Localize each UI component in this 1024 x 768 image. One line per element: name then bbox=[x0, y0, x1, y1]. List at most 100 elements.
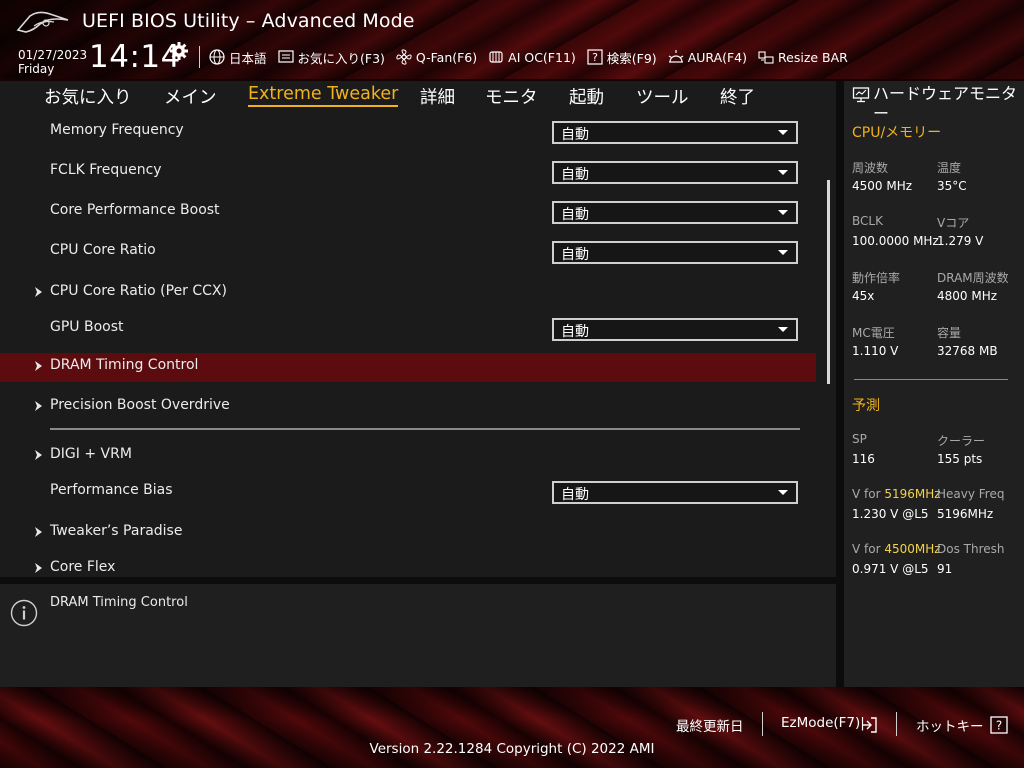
setting-label: FCLK Frequency bbox=[50, 162, 162, 178]
monitor-value: 91 bbox=[937, 562, 953, 576]
exit-arrow-icon[interactable] bbox=[860, 716, 878, 734]
submenu-arrow-icon bbox=[35, 287, 42, 297]
settings-scrollbar[interactable] bbox=[827, 180, 830, 384]
tab-main[interactable]: メイン bbox=[164, 84, 217, 109]
resize-bar-button[interactable]: Resize BAR bbox=[757, 48, 848, 66]
memory-frequency-select[interactable]: 自動 bbox=[552, 121, 798, 144]
select-value: 自動 bbox=[561, 167, 589, 183]
fclk-frequency-select[interactable]: 自動 bbox=[552, 161, 798, 184]
help-question-icon[interactable]: ? bbox=[990, 716, 1008, 734]
globe-icon bbox=[209, 49, 225, 65]
select-value: 自動 bbox=[561, 324, 589, 340]
chevron-down-icon bbox=[778, 170, 788, 175]
monitor-label: SP bbox=[852, 432, 867, 446]
setting-label: CPU Core Ratio (Per CCX) bbox=[50, 283, 227, 299]
monitor-value: 35°C bbox=[937, 179, 967, 193]
setting-row-performance-bias[interactable]: Performance Bias 自動 bbox=[0, 478, 816, 507]
submenu-row-tweakers-paradise[interactable]: Tweaker’s Paradise bbox=[0, 519, 816, 548]
chevron-down-icon bbox=[778, 210, 788, 215]
setting-label: Memory Frequency bbox=[50, 122, 184, 138]
toolbar: 日本語 お気に入り(F3) Q-Fan(F6) AI OC(F11) ? 検索(… bbox=[208, 46, 858, 68]
select-value: 自動 bbox=[561, 247, 589, 263]
tab-favorites[interactable]: お気に入り bbox=[44, 84, 132, 109]
setting-label: Core Flex bbox=[50, 559, 116, 575]
monitor-section-cpu-memory: CPU/メモリー bbox=[852, 125, 942, 141]
performance-bias-select[interactable]: 自動 bbox=[552, 481, 798, 504]
submenu-row-cpu-core-ratio-per-ccx[interactable]: CPU Core Ratio (Per CCX) bbox=[0, 279, 816, 308]
settings-list: Memory Frequency 自動 FCLK Frequency 自動 Co… bbox=[0, 112, 836, 577]
version-info: Version 2.22.1284 Copyright (C) 2022 AMI bbox=[369, 741, 655, 757]
setting-row-gpu-boost[interactable]: GPU Boost 自動 bbox=[0, 315, 816, 344]
hardware-monitor-panel: ハードウェアモニター CPU/メモリー 周波数 4500 MHz 温度 35°C… bbox=[844, 81, 1024, 687]
ezmode-button[interactable]: EzMode(F7)| bbox=[781, 715, 865, 731]
submenu-arrow-icon bbox=[35, 361, 42, 371]
tab-advanced[interactable]: 詳細 bbox=[420, 84, 455, 109]
monitor-label-v-for-5196: V for 5196MHz bbox=[852, 487, 941, 501]
setting-row-memory-frequency[interactable]: Memory Frequency 自動 bbox=[0, 118, 816, 147]
setting-label: DIGI + VRM bbox=[50, 446, 132, 462]
monitor-label: 容量 bbox=[937, 326, 962, 340]
submenu-row-precision-boost-overdrive[interactable]: Precision Boost Overdrive bbox=[0, 393, 816, 422]
monitor-label: Heavy Freq bbox=[937, 487, 1005, 501]
tab-boot[interactable]: 起動 bbox=[569, 84, 604, 109]
cpu-core-ratio-select[interactable]: 自動 bbox=[552, 241, 798, 264]
favorites-button[interactable]: お気に入り(F3) bbox=[277, 48, 385, 67]
hotkeys-button[interactable]: ホットキー bbox=[916, 715, 984, 735]
label-prefix: V for bbox=[852, 542, 885, 556]
tab-tool[interactable]: ツール bbox=[636, 84, 689, 109]
main-nav-tabs: お気に入り メイン Extreme Tweaker 詳細 モニタ 起動 ツール … bbox=[0, 81, 836, 112]
tab-exit[interactable]: 終了 bbox=[720, 84, 755, 109]
submenu-row-core-flex[interactable]: Core Flex bbox=[0, 555, 816, 577]
chevron-down-icon bbox=[778, 250, 788, 255]
setting-label: Performance Bias bbox=[50, 482, 173, 498]
gpu-boost-select[interactable]: 自動 bbox=[552, 318, 798, 341]
ai-oc-button[interactable]: AI OC(F11) bbox=[487, 48, 576, 66]
monitor-section-prediction: 予測 bbox=[852, 398, 880, 414]
tab-extreme-tweaker[interactable]: Extreme Tweaker bbox=[248, 84, 399, 107]
monitor-label: DRAM周波数 bbox=[937, 271, 1009, 285]
monitor-label: 温度 bbox=[937, 161, 962, 175]
language-button[interactable]: 日本語 bbox=[208, 48, 267, 67]
monitor-label: クーラー bbox=[937, 434, 986, 448]
label-highlight: 5196MHz bbox=[884, 487, 941, 501]
core-performance-boost-select[interactable]: 自動 bbox=[552, 201, 798, 224]
submenu-row-dram-timing-control[interactable]: DRAM Timing Control bbox=[0, 353, 816, 382]
monitor-value: 0.971 V @L5 bbox=[852, 562, 929, 576]
aura-label: AURA(F4) bbox=[687, 49, 748, 65]
monitor-value: 1.110 V bbox=[852, 344, 899, 358]
clock-settings-gear-icon[interactable] bbox=[169, 41, 189, 61]
svg-text:?: ? bbox=[592, 51, 598, 64]
monitor-divider bbox=[854, 379, 1008, 380]
date-display: 01/27/2023 Friday bbox=[18, 48, 87, 76]
footer-divider bbox=[896, 712, 897, 736]
footer-bar: 最終更新日 EzMode(F7)| ホットキー ? Version 2.22.1… bbox=[0, 687, 1024, 768]
monitor-value: 4800 MHz bbox=[937, 289, 998, 303]
tab-monitor[interactable]: モニタ bbox=[485, 84, 538, 109]
setting-row-core-performance-boost[interactable]: Core Performance Boost 自動 bbox=[0, 198, 816, 227]
qfan-button[interactable]: Q-Fan(F6) bbox=[395, 48, 477, 66]
monitor-label: Dos Thresh bbox=[937, 542, 1005, 556]
setting-label: GPU Boost bbox=[50, 319, 124, 335]
monitor-label: MC電圧 bbox=[852, 326, 895, 340]
aura-button[interactable]: AURA(F4) bbox=[667, 48, 747, 66]
monitor-value: 1.279 V bbox=[937, 234, 984, 248]
setting-row-cpu-core-ratio[interactable]: CPU Core Ratio 自動 bbox=[0, 238, 816, 267]
footer-divider bbox=[762, 712, 763, 736]
search-label: 検索(F9) bbox=[606, 50, 657, 66]
qfan-label: Q-Fan(F6) bbox=[415, 49, 478, 65]
setting-label: CPU Core Ratio bbox=[50, 242, 156, 258]
setting-label: Core Performance Boost bbox=[50, 202, 220, 218]
monitor-title: ハードウェアモニター bbox=[873, 84, 1018, 123]
chevron-down-icon bbox=[778, 327, 788, 332]
toolbar-divider bbox=[199, 46, 200, 68]
submenu-arrow-icon bbox=[35, 563, 42, 573]
monitor-label-v-for-4500: V for 4500MHz bbox=[852, 542, 941, 556]
last-modified-button[interactable]: 最終更新日 bbox=[676, 715, 744, 735]
header-bar: UEFI BIOS Utility – Advanced Mode 01/27/… bbox=[0, 0, 1024, 81]
ai-oc-label: AI OC(F11) bbox=[508, 49, 576, 65]
chevron-down-icon bbox=[778, 490, 788, 495]
monitor-icon bbox=[852, 87, 870, 103]
submenu-row-digi-vrm[interactable]: DIGI + VRM bbox=[0, 442, 816, 471]
setting-row-fclk-frequency[interactable]: FCLK Frequency 自動 bbox=[0, 158, 816, 187]
search-button[interactable]: ? 検索(F9) bbox=[586, 48, 657, 67]
